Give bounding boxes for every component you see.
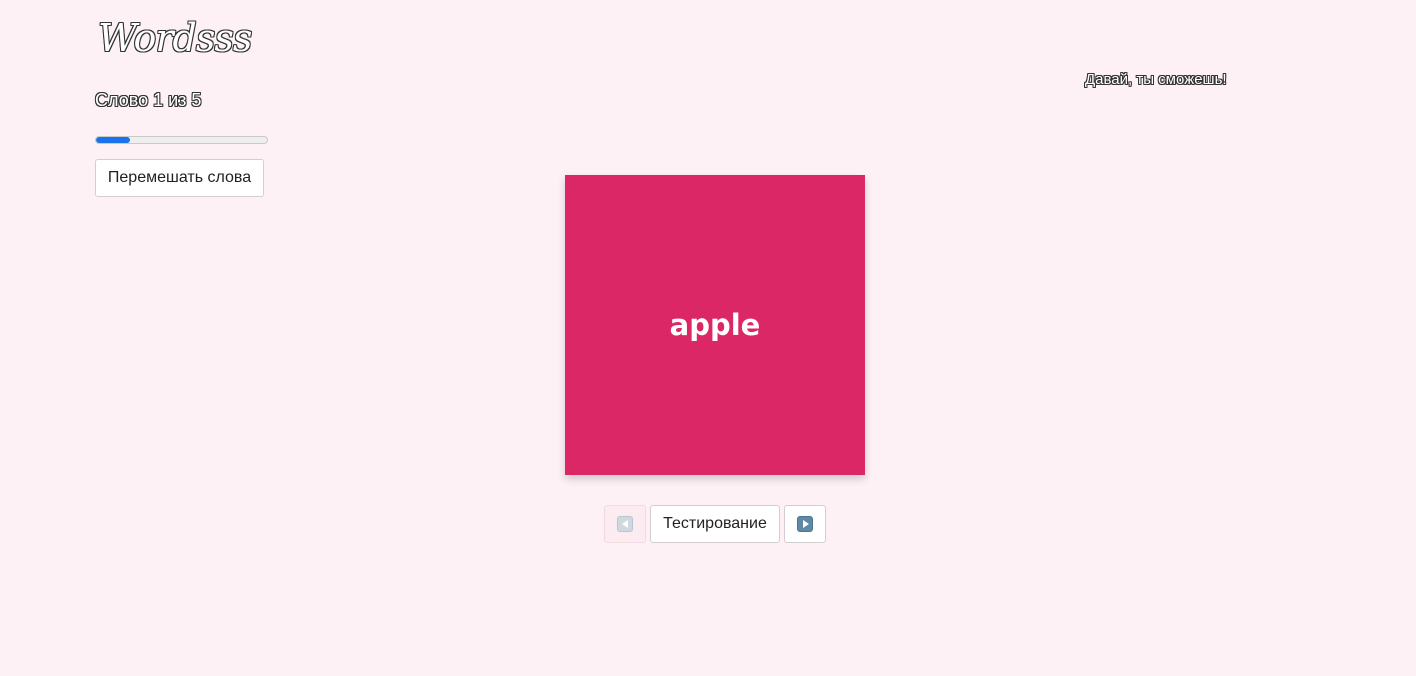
previous-word-button[interactable]	[604, 505, 646, 543]
card-word: apple	[669, 308, 761, 342]
shuffle-words-button[interactable]: Перемешать слова	[95, 159, 264, 197]
next-word-button[interactable]	[784, 505, 826, 543]
logo: Wordsss	[98, 16, 252, 60]
progress-bar	[95, 136, 268, 144]
progress-bar-fill	[96, 137, 131, 143]
word-card[interactable]: apple	[565, 175, 865, 475]
word-counter: Слово 1 из 5	[95, 90, 202, 110]
arrow-left-icon	[617, 516, 633, 532]
testing-button[interactable]: Тестирование	[650, 505, 780, 543]
motivation-text: Давай, ты сможешь!	[1085, 71, 1227, 88]
arrow-right-icon	[797, 516, 813, 532]
